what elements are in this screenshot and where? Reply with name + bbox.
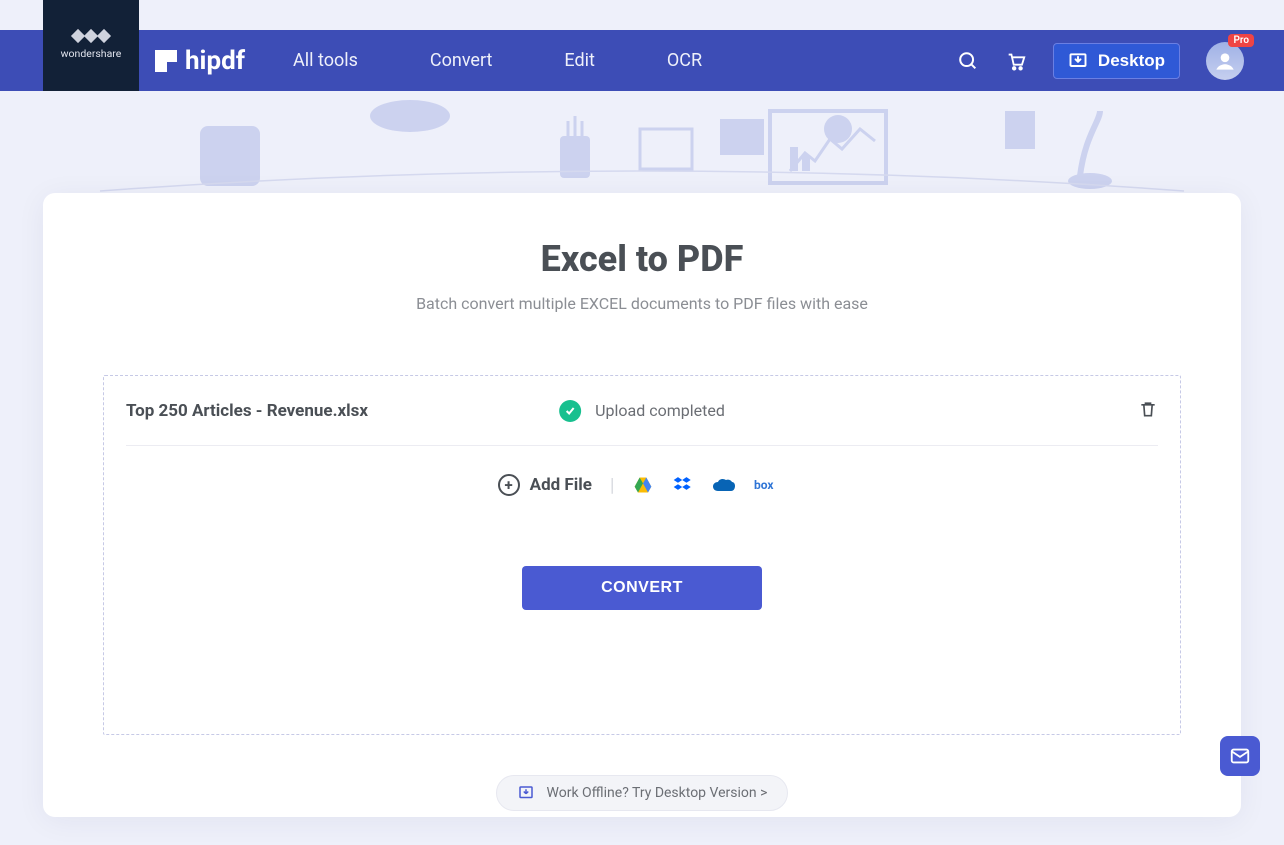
status-text: Upload completed xyxy=(595,401,725,420)
nav-all-tools[interactable]: All tools xyxy=(293,50,358,71)
nav-edit[interactable]: Edit xyxy=(564,50,594,71)
mail-icon xyxy=(1229,745,1251,767)
wondershare-logo[interactable]: wondershare xyxy=(43,0,139,91)
desktop-label: Desktop xyxy=(1098,51,1165,71)
main-nav: All tools Convert Edit OCR xyxy=(293,50,702,71)
user-icon xyxy=(1212,48,1238,74)
file-name: Top 250 Articles - Revenue.xlsx xyxy=(126,401,368,421)
add-file-row: + Add File | box xyxy=(126,474,1158,496)
download-icon xyxy=(517,784,535,802)
separator: | xyxy=(610,475,614,496)
convert-button[interactable]: CONVERT xyxy=(522,566,762,610)
offline-text: Work Offline? Try Desktop Version > xyxy=(547,785,768,801)
hipdf-icon xyxy=(155,50,177,72)
contact-button[interactable] xyxy=(1220,736,1260,776)
box-icon[interactable]: box xyxy=(754,476,786,494)
dropbox-icon[interactable] xyxy=(672,475,694,495)
nav-ocr[interactable]: OCR xyxy=(667,50,702,71)
onedrive-icon[interactable] xyxy=(712,476,736,494)
plus-icon: + xyxy=(498,474,520,496)
upload-status: Upload completed xyxy=(559,400,725,422)
main-card: Excel to PDF Batch convert multiple EXCE… xyxy=(43,193,1241,817)
nav-convert[interactable]: Convert xyxy=(430,50,493,71)
desktop-button[interactable]: Desktop xyxy=(1053,43,1180,79)
add-file-button[interactable]: + Add File xyxy=(498,474,592,496)
delete-file-button[interactable] xyxy=(1138,399,1158,423)
page-title: Excel to PDF xyxy=(541,238,744,280)
avatar[interactable]: Pro xyxy=(1206,42,1244,80)
offline-pill[interactable]: Work Offline? Try Desktop Version > xyxy=(496,775,789,811)
search-icon[interactable] xyxy=(957,50,979,72)
header-right: Desktop Pro xyxy=(957,42,1284,80)
wondershare-label: wondershare xyxy=(61,47,122,60)
brand-name: hipdf xyxy=(185,46,245,76)
pro-badge: Pro xyxy=(1228,34,1254,47)
add-file-label: Add File xyxy=(530,475,592,495)
google-drive-icon[interactable] xyxy=(632,475,654,495)
brand-logo[interactable]: hipdf xyxy=(155,46,245,76)
wondershare-icon xyxy=(73,31,109,41)
cart-icon[interactable] xyxy=(1005,50,1027,72)
svg-text:box: box xyxy=(754,478,774,492)
check-icon xyxy=(559,400,581,422)
main-header: wondershare hipdf All tools Convert Edit… xyxy=(0,30,1284,91)
file-row: Top 250 Articles - Revenue.xlsx Upload c… xyxy=(126,376,1158,446)
page-subtitle: Batch convert multiple EXCEL documents t… xyxy=(416,294,868,313)
dropzone[interactable]: Top 250 Articles - Revenue.xlsx Upload c… xyxy=(103,375,1181,735)
download-icon xyxy=(1068,51,1088,71)
